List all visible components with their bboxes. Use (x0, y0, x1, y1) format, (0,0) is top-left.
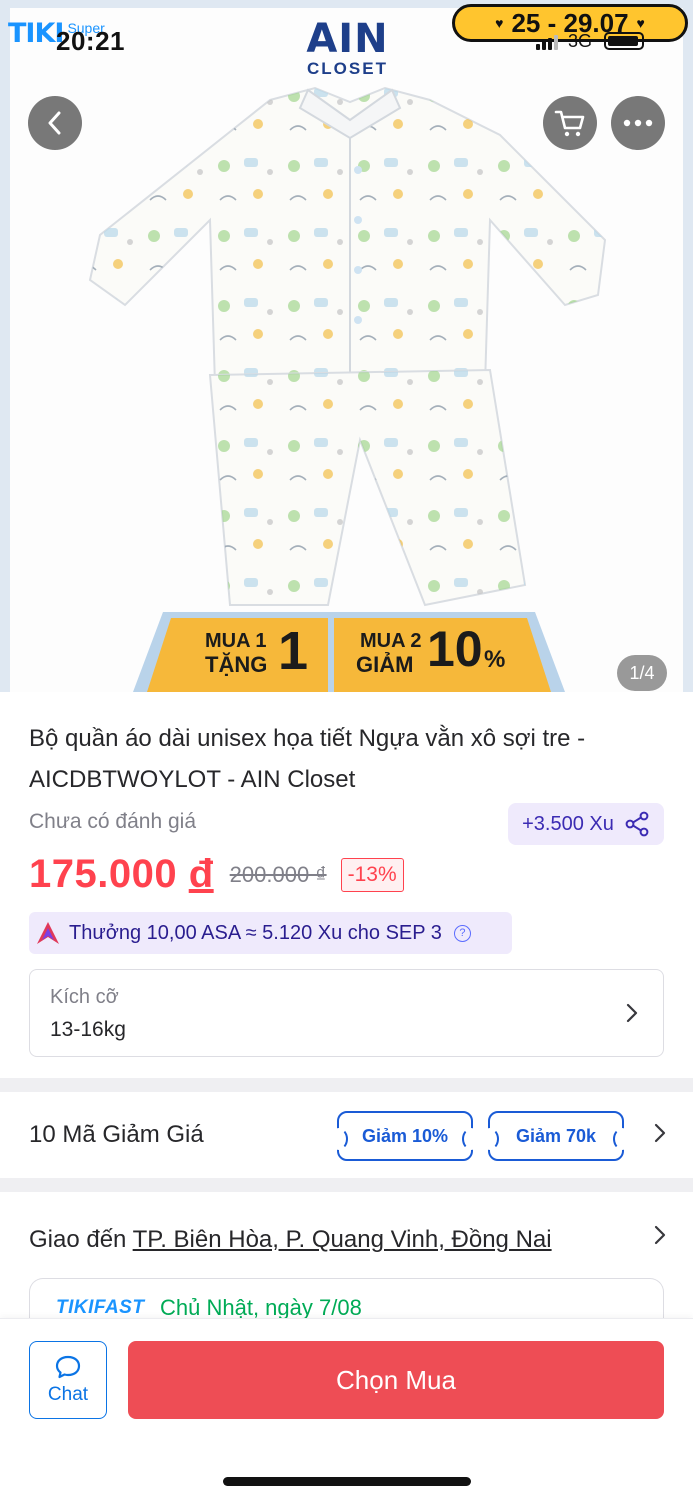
section-divider (0, 1078, 693, 1092)
asa-reward-text: Thưởng 10,00 ASA ≈ 5.120 Xu cho SEP 3 (69, 921, 442, 944)
delivery-address-line[interactable]: Giao đến TP. Biên Hòa, P. Quang Vinh, Đồ… (29, 1226, 619, 1254)
more-button[interactable] (611, 96, 665, 150)
promo-buy2-number: 10 (427, 621, 483, 677)
share-icon (625, 811, 649, 837)
chevron-left-icon (48, 111, 61, 135)
heart-icon: ♥ (636, 15, 645, 31)
product-gallery[interactable]: MUA 1 TẶNG 1 MUA 2 GIẢM 10 % TIKI Super … (0, 0, 693, 692)
brand-logo: AIN CLOSET (300, 18, 395, 78)
promo-buy2-percent: % (484, 646, 506, 673)
currency-symbol: đ (188, 852, 214, 896)
promo-buy1-number: 1 (278, 621, 309, 681)
xu-share-badge[interactable]: +3.500 Xu (508, 803, 664, 845)
back-button[interactable] (28, 96, 82, 150)
image-counter: 1/4 (617, 655, 667, 691)
promo-buy2-line2: GIẢM (356, 652, 414, 677)
current-price: 175.000 đ (29, 852, 214, 896)
promo-buy2-line1: MUA 2 (360, 630, 422, 652)
size-label: Kích cỡ (50, 986, 119, 1008)
status-indicators: 3G (536, 31, 645, 51)
section-divider (0, 1178, 693, 1192)
cart-button[interactable] (543, 96, 597, 150)
xu-reward: +3.500 Xu (522, 812, 614, 835)
help-icon[interactable]: ? (453, 924, 471, 942)
asa-reward-banner[interactable]: Thưởng 10,00 ASA ≈ 5.120 Xu cho SEP 3 ? (29, 912, 512, 954)
tikifast-logo: TIKIFAST (56, 1297, 145, 1318)
battery-icon (604, 32, 645, 50)
brand-logo-main: AIN (306, 16, 389, 62)
chevron-right-icon (654, 1123, 666, 1143)
size-value: 13-16kg (50, 1018, 126, 1041)
chevron-right-icon (654, 1225, 666, 1245)
home-indicator (223, 1477, 471, 1486)
more-horizontal-icon (623, 119, 653, 127)
coupon-chip[interactable]: Giảm 10% (330, 1111, 480, 1161)
size-selector[interactable]: Kích cỡ 13-16kg (29, 969, 664, 1057)
network-type: 3G (568, 31, 593, 51)
coupon-row[interactable]: 10 Mã Giảm Giá Giảm 10% Giảm 70k (0, 1094, 693, 1178)
price-row: 175.000 đ 200.000 ₫ -13% (29, 852, 404, 897)
bottom-action-bar: Chat Chọn Mua (0, 1318, 693, 1500)
original-price: 200.000 ₫ (229, 861, 327, 887)
delivery-prefix: Giao đến (29, 1226, 127, 1253)
promo-buy1-line1: MUA 1 (205, 630, 267, 652)
coupon-chip[interactable]: Giảm 70k (481, 1111, 631, 1161)
chat-button[interactable]: Chat (29, 1341, 107, 1419)
cart-icon (554, 110, 585, 137)
coupon-title: 10 Mã Giảm Giá (29, 1121, 204, 1148)
rating-text: Chưa có đánh giá (29, 810, 197, 833)
delivery-section[interactable]: Giao đến TP. Biên Hòa, P. Quang Vinh, Đồ… (0, 1208, 693, 1338)
discount-badge: -13% (340, 857, 404, 892)
buy-button[interactable]: Chọn Mua (128, 1341, 664, 1419)
chat-label: Chat (47, 1384, 89, 1405)
promo-buy1-line2: TẶNG (205, 652, 268, 677)
brand-logo-sub: CLOSET (307, 59, 388, 78)
status-time: 20:21 (56, 26, 125, 56)
heart-icon: ♥ (495, 15, 504, 31)
delivery-address[interactable]: TP. Biên Hòa, P. Quang Vinh, Đồng Nai (133, 1226, 552, 1253)
chat-bubble-icon (55, 1355, 81, 1379)
signal-icon (536, 35, 558, 50)
product-title: Bộ quần áo dài unisex họa tiết Ngựa vằn … (29, 725, 586, 793)
astra-logo-icon (37, 922, 59, 944)
chevron-right-icon (626, 1003, 638, 1023)
product-image[interactable] (70, 80, 630, 620)
